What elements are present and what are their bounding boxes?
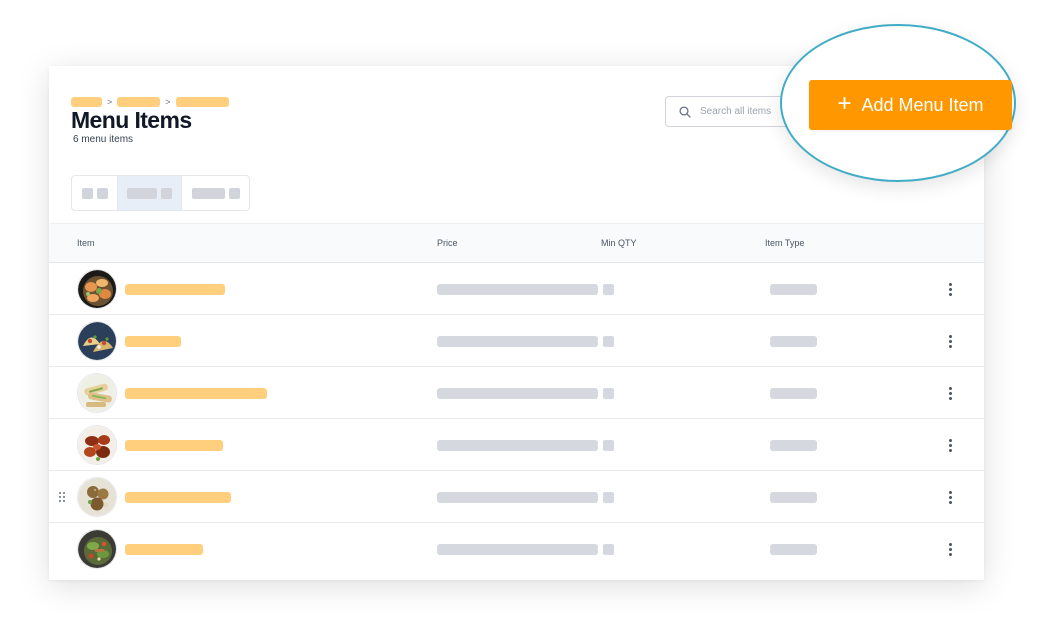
view-tab-icon: [81, 187, 93, 199]
table-row[interactable]: [49, 315, 984, 367]
item-price: [437, 388, 598, 399]
column-header-item-type[interactable]: Item Type: [765, 238, 804, 248]
row-actions-icon[interactable]: [942, 435, 958, 455]
tacos-dish-thumbnail: [77, 321, 117, 361]
view-tab-label: [191, 187, 225, 199]
view-switcher: [71, 175, 250, 211]
item-name[interactable]: [125, 440, 223, 451]
item-name[interactable]: [125, 492, 231, 503]
item-min-qty: [603, 284, 614, 295]
item-name[interactable]: [125, 336, 181, 347]
drag-handle-icon[interactable]: [59, 492, 67, 502]
item-type: [770, 492, 817, 503]
add-menu-item-label: Add Menu Item: [861, 94, 984, 115]
item-type: [770, 544, 817, 555]
column-header-min-qty[interactable]: Min QTY: [601, 238, 637, 248]
breadcrumb-item[interactable]: [71, 97, 102, 107]
item-price: [437, 492, 598, 503]
item-type: [770, 336, 817, 347]
item-min-qty: [603, 336, 614, 347]
item-min-qty: [603, 544, 614, 555]
item-min-qty: [603, 440, 614, 451]
row-actions-icon[interactable]: [942, 539, 958, 559]
breadcrumb-item[interactable]: [175, 97, 229, 107]
table-header: Item Price Min QTY Item Type: [49, 223, 984, 263]
breadcrumb: > >: [71, 97, 229, 107]
search-box[interactable]: [665, 96, 790, 127]
row-actions-icon[interactable]: [942, 279, 958, 299]
search-icon: [679, 105, 691, 118]
add-menu-item-button[interactable]: + Add Menu Item: [809, 80, 1012, 130]
salad-dish-thumbnail: [77, 529, 117, 569]
item-name[interactable]: [125, 284, 225, 295]
table-row[interactable]: [49, 419, 984, 471]
column-header-item[interactable]: Item: [77, 238, 95, 248]
wings-dish-thumbnail: [77, 425, 117, 465]
item-price: [437, 336, 598, 347]
item-name[interactable]: [125, 544, 203, 555]
item-count: 6 menu items: [73, 134, 134, 145]
breadcrumb-separator: >: [107, 97, 113, 107]
item-type: [770, 440, 817, 451]
table-row[interactable]: [49, 523, 984, 575]
breadcrumb-separator: >: [165, 97, 171, 107]
plus-icon: +: [837, 90, 852, 117]
view-tab-count: [161, 187, 172, 199]
table-row[interactable]: [49, 471, 984, 523]
row-actions-icon[interactable]: [942, 383, 958, 403]
item-type: [770, 388, 817, 399]
table-row[interactable]: [49, 367, 984, 419]
item-min-qty: [603, 492, 614, 503]
view-tab-label: [127, 187, 157, 199]
view-tab-label: [96, 187, 108, 199]
item-price: [437, 544, 598, 555]
row-actions-icon[interactable]: [942, 487, 958, 507]
shrimp-dish-thumbnail: [77, 269, 117, 309]
view-tab[interactable]: [181, 176, 249, 210]
fritters-dish-thumbnail: [77, 477, 117, 517]
item-price: [437, 440, 598, 451]
item-min-qty: [603, 388, 614, 399]
row-actions-icon[interactable]: [942, 331, 958, 351]
page-title: Menu Items: [71, 107, 192, 133]
breadcrumb-item[interactable]: [117, 97, 161, 107]
item-price: [437, 284, 598, 295]
item-name[interactable]: [125, 388, 267, 399]
item-type: [770, 284, 817, 295]
column-header-price[interactable]: Price: [437, 238, 458, 248]
view-tab[interactable]: [72, 176, 117, 210]
wraps-dish-thumbnail: [77, 373, 117, 413]
search-input[interactable]: [700, 106, 788, 117]
view-tab-count: [228, 187, 240, 199]
view-tab-active[interactable]: [117, 176, 181, 210]
table-row[interactable]: [49, 263, 984, 315]
